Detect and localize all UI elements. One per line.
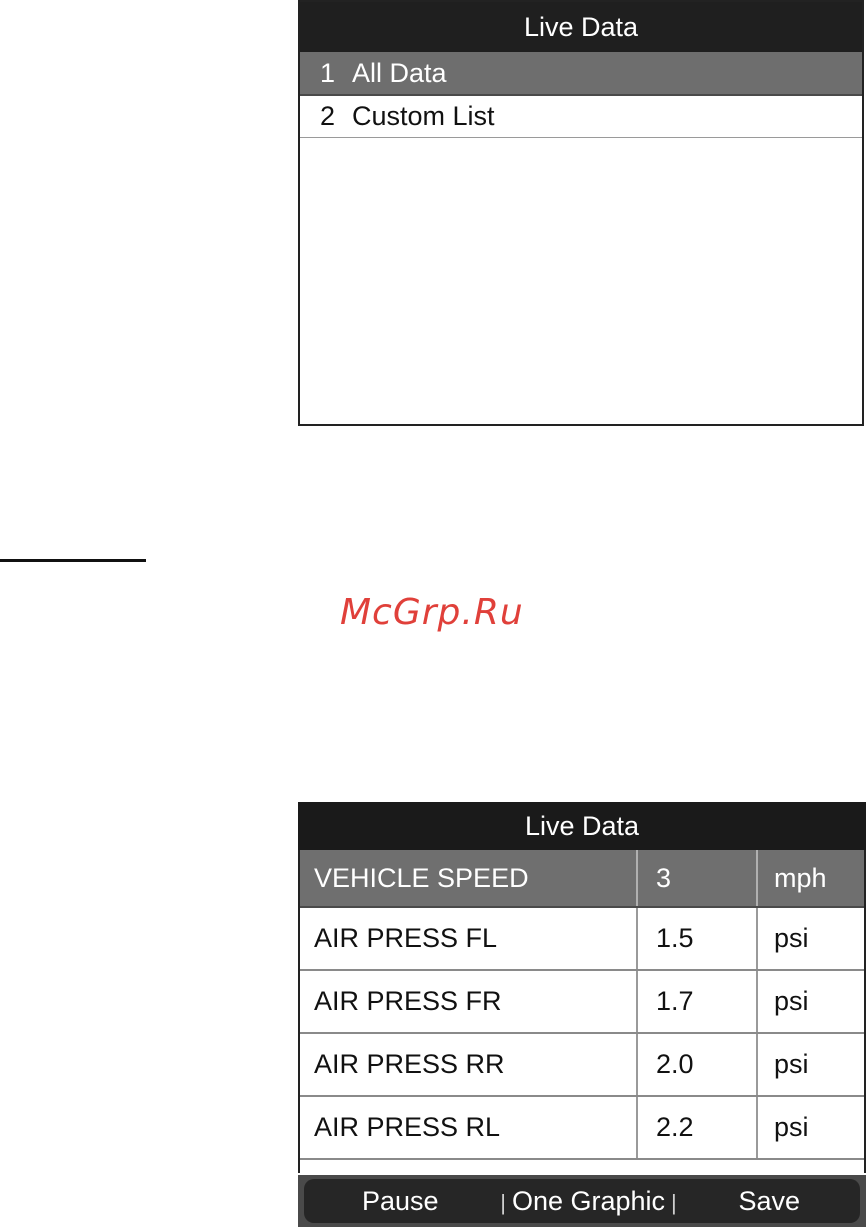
- pid-unit: psi: [774, 923, 809, 953]
- pid-value: 2.2: [638, 1097, 758, 1158]
- pid-value: 1.7: [638, 971, 758, 1032]
- pid-name: AIR PRESS FR: [300, 971, 638, 1032]
- pid-name: AIR PRESS RR: [300, 1034, 638, 1095]
- live-data-values-screen: Live Data VEHICLE SPEED 3 mph AIR PRESS …: [298, 802, 866, 1227]
- pid-name: AIR PRESS FL: [300, 908, 638, 969]
- live-data-table: VEHICLE SPEED 3 mph AIR PRESS FL 1.5 psi…: [298, 850, 866, 1160]
- pid-value: 3: [638, 850, 758, 906]
- table-row[interactable]: AIR PRESS RR 2.0 psi: [300, 1034, 864, 1097]
- section-divider: [0, 559, 146, 562]
- pid-value: 1.5: [638, 908, 758, 969]
- one-graphic-label: One Graphic: [511, 1185, 666, 1216]
- function-bar: Pause | One Graphic | Save: [298, 1175, 866, 1227]
- table-row[interactable]: AIR PRESS RL 2.2 psi: [300, 1097, 864, 1160]
- save-button[interactable]: Save: [738, 1186, 800, 1217]
- pause-button[interactable]: Pause: [362, 1186, 439, 1217]
- table-row[interactable]: AIR PRESS FL 1.5 psi: [300, 908, 864, 971]
- pid-value: 2.0: [638, 1034, 758, 1095]
- screen-title: Live Data: [298, 802, 866, 850]
- table-row[interactable]: AIR PRESS FR 1.7 psi: [300, 971, 864, 1034]
- menu-item-label: All Data: [352, 57, 447, 88]
- pid-unit: psi: [774, 986, 809, 1016]
- live-data-menu-screen: Live Data 1 All Data 2 Custom List: [298, 0, 864, 426]
- one-graphic-button[interactable]: | One Graphic |: [494, 1186, 683, 1217]
- pid-unit: psi: [774, 1112, 809, 1142]
- menu-item-custom-list[interactable]: 2 Custom List: [300, 96, 862, 138]
- menu-item-label: Custom List: [352, 101, 495, 131]
- menu-item-all-data[interactable]: 1 All Data: [300, 52, 862, 96]
- screen-title: Live Data: [300, 2, 862, 52]
- pid-unit: psi: [774, 1049, 809, 1079]
- function-bar-inner: Pause | One Graphic | Save: [304, 1179, 860, 1223]
- watermark: McGrp.Ru: [340, 592, 524, 633]
- menu-item-number: 2: [320, 101, 336, 131]
- pid-name: VEHICLE SPEED: [300, 850, 638, 906]
- separator: |: [500, 1189, 506, 1215]
- pid-unit: mph: [774, 862, 827, 893]
- pid-name: AIR PRESS RL: [300, 1097, 638, 1158]
- separator: |: [671, 1189, 677, 1215]
- table-spacer: [298, 1160, 866, 1173]
- menu-item-number: 1: [320, 57, 336, 88]
- table-row-selected[interactable]: VEHICLE SPEED 3 mph: [300, 850, 864, 908]
